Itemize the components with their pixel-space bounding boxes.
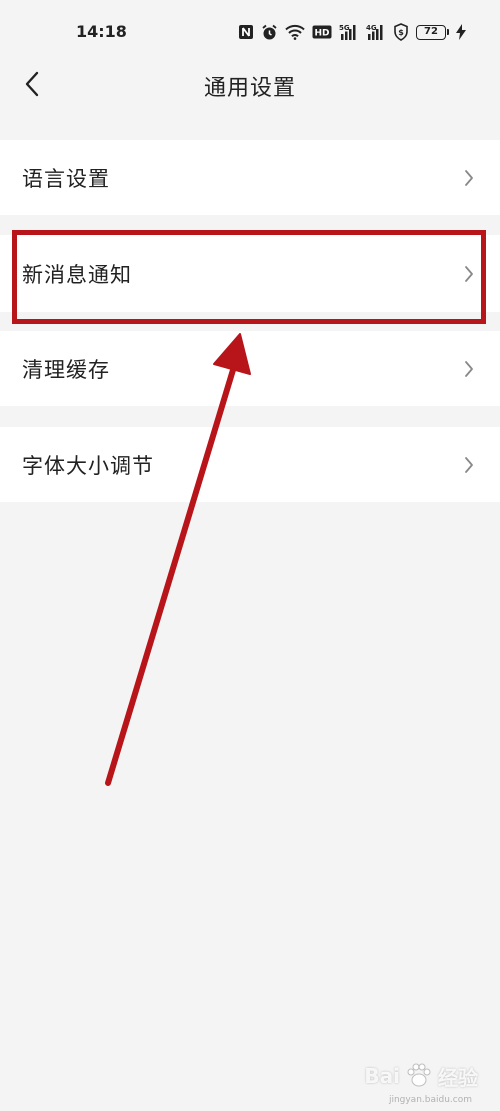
battery-level: 72 (416, 24, 446, 40)
paw-icon (407, 1063, 431, 1087)
settings-item-clear-cache[interactable]: 清理缓存 (0, 331, 500, 406)
watermark-url: jingyan.baidu.com (388, 1095, 472, 1105)
chevron-right-icon (464, 169, 474, 187)
page-title: 通用设置 (203, 76, 296, 101)
chevron-right-icon (464, 265, 474, 283)
settings-item-label: 字体大小调节 (22, 453, 154, 478)
chevron-right-icon (464, 360, 474, 378)
signal-5g-icon: 5G (339, 23, 359, 41)
battery-cap (447, 29, 449, 35)
alarm-icon (261, 23, 278, 41)
settings-item-font-size[interactable]: 字体大小调节 (0, 427, 500, 502)
watermark-brand-tail: 经验 (438, 1065, 478, 1090)
settings-item-new-message-notification[interactable]: 新消息通知 (0, 235, 500, 312)
chevron-right-icon (464, 456, 474, 474)
status-time: 14:18 (76, 21, 127, 41)
shield-icon: $ (393, 23, 409, 41)
settings-item-label: 清理缓存 (22, 357, 110, 382)
signal-4g-icon: 4G (366, 23, 386, 41)
nfc-icon (238, 23, 254, 41)
net1-label: 5G (339, 24, 350, 32)
watermark-brand: Bai (364, 1064, 400, 1088)
svg-text:$: $ (398, 28, 404, 37)
status-icons: HD 5G 4G $ 72 (238, 23, 466, 41)
settings-item-label: 新消息通知 (22, 262, 132, 287)
back-button[interactable] (14, 68, 50, 104)
screen: 14:18 HD 5G 4G $ 72 通用设置 语言设置 新消息通知 清理缓存… (0, 0, 500, 1111)
net2-label: 4G (366, 24, 377, 32)
header: 通用设置 (0, 64, 500, 108)
status-bar: 14:18 HD 5G 4G $ 72 (0, 0, 500, 64)
battery-icon: 72 (416, 24, 449, 40)
settings-item-label: 语言设置 (22, 166, 110, 191)
settings-item-language[interactable]: 语言设置 (0, 140, 500, 215)
wifi-icon (285, 23, 305, 41)
hd-label: HD (314, 29, 329, 39)
hd-icon: HD (312, 23, 332, 41)
chevron-left-icon (24, 71, 40, 101)
charging-icon (456, 23, 466, 41)
baidu-jingyan-watermark: Bai 经验 (364, 1061, 478, 1091)
